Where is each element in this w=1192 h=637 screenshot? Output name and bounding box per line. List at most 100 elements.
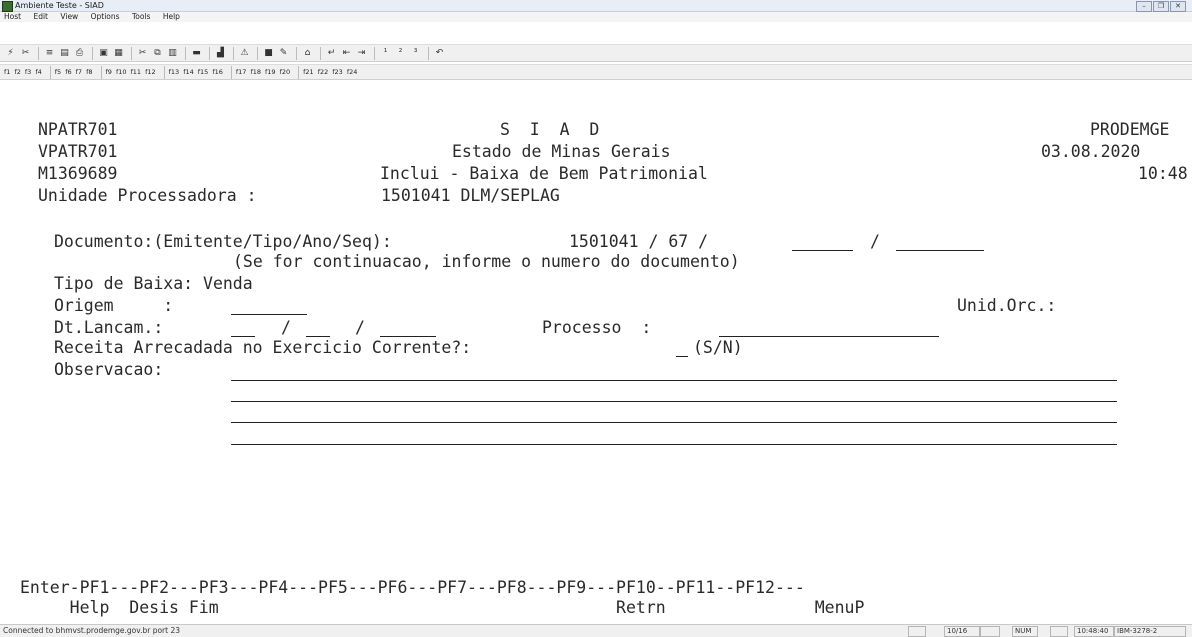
document-label: Documento:(Emitente/Tipo/Ano/Seq): [54,232,392,251]
disconnect-icon[interactable]: ✂ [19,47,32,60]
receita-label: Receita Arrecadada no Exercicio Corrente… [54,338,472,357]
toolbar-divider [209,46,210,60]
dt-day-field[interactable] [231,336,255,337]
menu-bar: Host Edit View Options Tools Help [0,12,1192,22]
toolbar-divider [233,46,234,60]
processo-field[interactable] [719,336,939,337]
menu-tools[interactable]: Tools [132,12,150,21]
fkey-f7[interactable]: f7 [76,68,82,76]
receita-field[interactable] [676,356,688,357]
menu-options[interactable]: Options [91,12,120,21]
document-year-field[interactable] [792,250,853,251]
fkey-f1[interactable]: f1 [4,68,10,76]
receive-file-icon[interactable]: ▤ [58,47,71,60]
unit-label: Unidade Processadora : [38,186,257,205]
fkey-f18[interactable]: f18 [250,68,261,76]
fkey-f20[interactable]: f20 [280,68,291,76]
toolbar-divider [49,65,51,79]
fkey-f2[interactable]: f2 [14,68,20,76]
terminal-screen[interactable]: NPATR701 S I A D PRODEMGE VPATR701 Estad… [0,100,1192,622]
pa2-icon[interactable]: ² [394,47,407,60]
undo-icon[interactable]: ↶ [433,47,446,60]
state-name: Estado de Minas Gerais [452,142,671,161]
dt-lancam-label: Dt.Lancam.: [54,318,164,337]
close-button[interactable]: ✕ [1170,1,1186,12]
fkey-f15[interactable]: f15 [198,68,209,76]
menu-view[interactable]: View [60,12,78,21]
maximize-button[interactable]: ❐ [1153,1,1169,12]
user-id: M1369689 [38,164,118,183]
fkey-f16[interactable]: f16 [212,68,223,76]
fkey-f22[interactable]: f22 [318,68,329,76]
observacao-line-4[interactable] [231,444,1117,445]
toolbar-divider [230,65,232,79]
fkey-f14[interactable]: f14 [183,68,194,76]
screen-icon[interactable]: ■ [262,47,275,60]
toolbar-divider [100,65,102,79]
fkey-f19[interactable]: f19 [265,68,276,76]
dt-month-field[interactable] [306,336,330,337]
program-id: NPATR701 [38,120,118,139]
toolbar-divider [320,46,321,60]
fkey-f12[interactable]: f12 [145,68,156,76]
fkey-f4[interactable]: f4 [35,68,41,76]
pa3-icon[interactable]: ³ [409,47,422,60]
tab-icon[interactable]: ⇥ [355,47,368,60]
document-hint: (Se for continuacao, informe o numero do… [233,252,740,271]
send-file-icon[interactable]: ≡ [43,47,56,60]
app-icon [2,1,13,12]
macro-icon[interactable]: ✎ [277,47,290,60]
document-seq-field[interactable] [896,250,984,251]
fkey-f11[interactable]: f11 [131,68,142,76]
fkey-f5[interactable]: f5 [55,68,61,76]
fkey-f3[interactable]: f3 [25,68,31,76]
document-separator: / [870,232,880,251]
minimize-button[interactable]: – [1136,1,1152,12]
print-icon[interactable]: ⎙ [73,47,86,60]
dt-separator-2: / [355,318,365,337]
fkey-f6[interactable]: f6 [65,68,71,76]
fkey-f13[interactable]: f13 [169,68,180,76]
copy-icon[interactable]: ⧉ [151,47,164,60]
pf-key-line: Enter-PF1---PF2---PF3---PF4---PF5---PF6-… [20,578,805,597]
unit-value: 1501041 DLM/SEPLAG [381,186,560,205]
menu-edit[interactable]: Edit [33,12,48,21]
observacao-line-2[interactable] [231,401,1117,402]
dt-year-field[interactable] [380,336,436,337]
alert-icon[interactable]: ⚠ [238,47,251,60]
enter-icon[interactable]: ↵ [325,47,338,60]
menu-help[interactable]: Help [163,12,180,21]
toolbar-divider [92,46,93,60]
terminal-type: IBM-3278-2 [1114,626,1186,637]
home-icon[interactable]: ⌂ [301,47,314,60]
open-icon[interactable]: ▦ [112,47,125,60]
fkey-f23[interactable]: f23 [332,68,343,76]
toolbar-divider [185,46,186,60]
save-icon[interactable]: ▣ [97,47,110,60]
menu-host[interactable]: Host [4,12,21,21]
connect-icon[interactable]: ⚡ [4,47,17,60]
fkey-f10[interactable]: f10 [116,68,127,76]
keypad-icon[interactable]: ▬ [190,47,203,60]
fkey-f9[interactable]: f9 [106,68,112,76]
observacao-line-3[interactable] [231,422,1117,423]
paste-icon[interactable]: ▥ [166,47,179,60]
toolbar-divider [38,46,39,60]
cut-icon[interactable]: ✂ [136,47,149,60]
company-name: PRODEMGE [1090,120,1170,139]
backtab-icon[interactable]: ⇤ [340,47,353,60]
system-name: S I A D [500,120,600,139]
observacao-label: Observacao: [54,360,164,379]
origem-field[interactable] [231,314,307,315]
chart-icon[interactable]: ▟ [214,47,227,60]
observacao-line-1[interactable] [231,380,1117,381]
fkey-f21[interactable]: f21 [303,68,314,76]
connection-status: Connected to bhmvst.prodemge.gov.br port… [3,626,181,635]
unid-orc-label: Unid.Orc.: [957,296,1057,315]
fkey-f17[interactable]: f17 [236,68,247,76]
baixa-type: Tipo de Baixa: Venda [54,274,253,293]
fkey-f24[interactable]: f24 [347,68,358,76]
pa1-icon[interactable]: ¹ [379,47,392,60]
fkey-f8[interactable]: f8 [86,68,92,76]
status-blank-3 [1050,626,1068,637]
